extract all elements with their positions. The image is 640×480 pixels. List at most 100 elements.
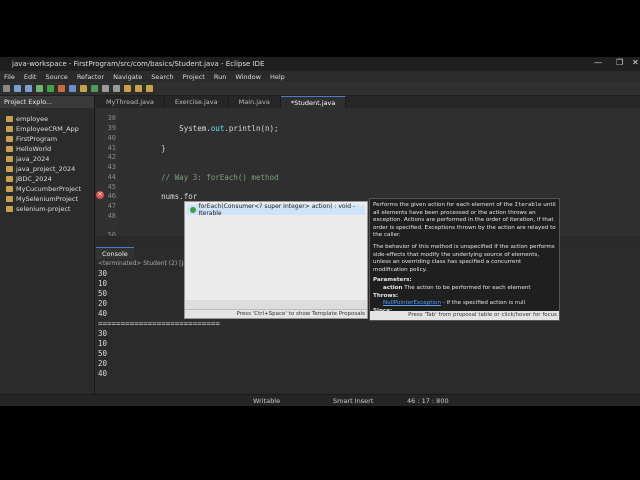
line-number: 43 — [107, 163, 116, 171]
error-marker-icon[interactable]: ✕ — [96, 191, 104, 199]
project-label: JBDC_2024 — [16, 175, 52, 183]
folder-icon — [6, 156, 13, 162]
new-package-icon[interactable] — [80, 85, 87, 92]
close-icon[interactable]: ✕ — [632, 58, 639, 67]
maximize-icon[interactable]: ❐ — [616, 58, 623, 67]
doc-code: Iterable — [514, 202, 542, 208]
menu-refactor[interactable]: Refactor — [77, 73, 104, 81]
doc-throws-label: Throws: — [373, 292, 399, 299]
line-number: 42 — [107, 153, 116, 161]
menu-window[interactable]: Window — [235, 73, 261, 81]
toolbar — [0, 82, 640, 96]
project-item[interactable]: selenium-project — [0, 204, 94, 214]
console-output-line: 20 — [98, 359, 108, 368]
comment-line: // Way 3: forEach() method — [125, 173, 279, 182]
project-item[interactable]: HelloWorld — [0, 144, 94, 154]
folder-icon — [6, 176, 13, 182]
proposal-label: forEach(Consumer<? super Integer> action… — [198, 203, 356, 217]
forward-icon[interactable] — [146, 85, 153, 92]
project-explorer: Project Explo... employee EmployeeCRM_Ap… — [0, 96, 95, 394]
run-icon[interactable] — [47, 85, 54, 92]
code-line: System.out.println(n); — [125, 124, 279, 133]
console-output-line: 30 — [98, 269, 108, 278]
line-number: 39 — [107, 124, 116, 132]
doc-param-name: action — [383, 284, 403, 291]
doc-exception-link[interactable]: NullPointerException — [383, 300, 441, 306]
next-annotation-icon[interactable] — [124, 85, 131, 92]
external-tools-icon[interactable] — [58, 85, 65, 92]
console-output-line: 50 — [98, 289, 108, 298]
console-output-line: 20 — [98, 299, 108, 308]
minimize-icon[interactable]: — — [594, 58, 602, 67]
folder-icon — [6, 136, 13, 142]
line-number: 48 — [107, 212, 116, 220]
line-number: 40 — [107, 134, 116, 142]
console-tab[interactable]: Console — [96, 247, 134, 259]
line-number: 44 — [107, 173, 116, 181]
code-line: nums.for — [125, 192, 198, 201]
open-type-icon[interactable] — [102, 85, 109, 92]
doc-param: action The action to be performed for ea… — [373, 285, 556, 293]
status-insert-mode: Smart Insert — [333, 397, 374, 405]
tab-mythread[interactable]: MyThread.java — [96, 96, 165, 108]
console-output-line: 40 — [98, 369, 108, 378]
save-all-icon[interactable] — [25, 85, 32, 92]
doc-param-desc: The action to be performed for each elem… — [402, 284, 531, 291]
tab-exercise[interactable]: Exercise.java — [165, 96, 229, 108]
new-icon[interactable] — [3, 85, 10, 92]
console-output-line: 10 — [98, 339, 108, 348]
menu-project[interactable]: Project — [183, 73, 205, 81]
doc-throws-desc: - if the specified action is null — [441, 300, 526, 307]
tab-label: *Student.java — [290, 98, 336, 107]
project-item[interactable]: MySeleniumProject — [0, 194, 94, 204]
menu-run[interactable]: Run — [214, 73, 226, 81]
tab-main[interactable]: Main.java — [229, 96, 281, 108]
console-output-line: 40 — [98, 309, 108, 318]
project-item[interactable]: employee — [0, 114, 94, 124]
project-item[interactable]: JBDC_2024 — [0, 174, 94, 184]
status-cursor-position: 46 : 17 : 800 — [407, 397, 449, 405]
new-class-icon[interactable] — [91, 85, 98, 92]
project-label: java_project_2024 — [16, 165, 76, 173]
back-icon[interactable] — [135, 85, 142, 92]
project-label: selenium-project — [16, 205, 71, 213]
console-output-line: 50 — [98, 349, 108, 358]
menu-navigate[interactable]: Navigate — [113, 73, 142, 81]
doc-throws: NullPointerException - if the specified … — [373, 300, 556, 308]
project-item[interactable]: java_project_2024 — [0, 164, 94, 174]
menu-edit[interactable]: Edit — [24, 73, 37, 81]
title-bar: java-workspace - FirstProgram/src/com/ba… — [0, 57, 640, 71]
tab-label: Main.java — [238, 98, 270, 106]
menu-search[interactable]: Search — [151, 73, 173, 81]
search-icon[interactable] — [113, 85, 120, 92]
project-explorer-tab[interactable]: Project Explo... — [0, 96, 94, 108]
project-item[interactable]: java_2024 — [0, 154, 94, 164]
menu-file[interactable]: File — [4, 73, 15, 81]
folder-icon — [6, 186, 13, 192]
status-writable: Writable — [253, 397, 281, 405]
tab-label: Exercise.java — [174, 98, 218, 106]
project-label: HelloWorld — [16, 145, 52, 153]
project-item[interactable]: MyCucumberProject — [0, 184, 94, 194]
proposal-scrollbar[interactable] — [185, 300, 367, 309]
save-icon[interactable] — [14, 85, 21, 92]
project-item[interactable]: FirstProgram — [0, 134, 94, 144]
project-explorer-title: Project Explo... — [4, 98, 53, 106]
folder-icon — [6, 206, 13, 212]
menu-help[interactable]: Help — [270, 73, 285, 81]
console-tab-label: Console — [102, 249, 128, 258]
folder-icon — [6, 126, 13, 132]
proposal-item[interactable]: forEach(Consumer<? super Integer> action… — [187, 203, 365, 217]
line-number: 45 — [107, 183, 116, 191]
folder-icon — [6, 146, 13, 152]
proposal-footer: Press 'Ctrl+Space' to show Template Prop… — [185, 309, 367, 318]
content-assist-popup: forEach(Consumer<? super Integer> action… — [184, 201, 368, 319]
tab-student[interactable]: *Student.java — [280, 96, 347, 108]
new-java-project-icon[interactable] — [69, 85, 76, 92]
menu-source[interactable]: Source — [45, 73, 67, 81]
status-bar: Writable Smart Insert 46 : 17 : 800 — [0, 394, 640, 406]
project-item[interactable]: EmployeeCRM_App — [0, 124, 94, 134]
project-label: MySeleniumProject — [16, 195, 79, 203]
project-label: MyCucumberProject — [16, 185, 82, 193]
debug-icon[interactable] — [36, 85, 43, 92]
